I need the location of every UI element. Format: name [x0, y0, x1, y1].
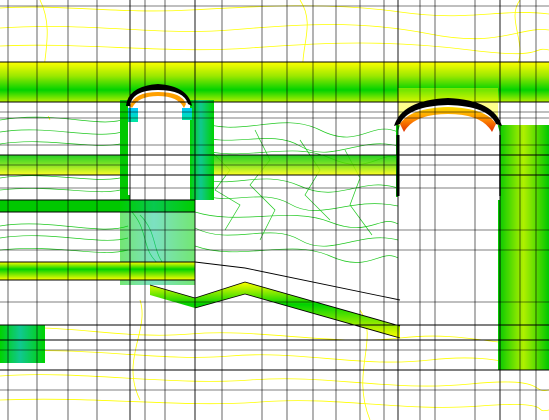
right-arched-opening	[394, 98, 502, 200]
contour-plot-viewport[interactable]	[0, 0, 549, 420]
left-arched-opening	[126, 84, 192, 195]
lower-left-band	[0, 262, 195, 363]
contour-plot	[0, 0, 549, 420]
